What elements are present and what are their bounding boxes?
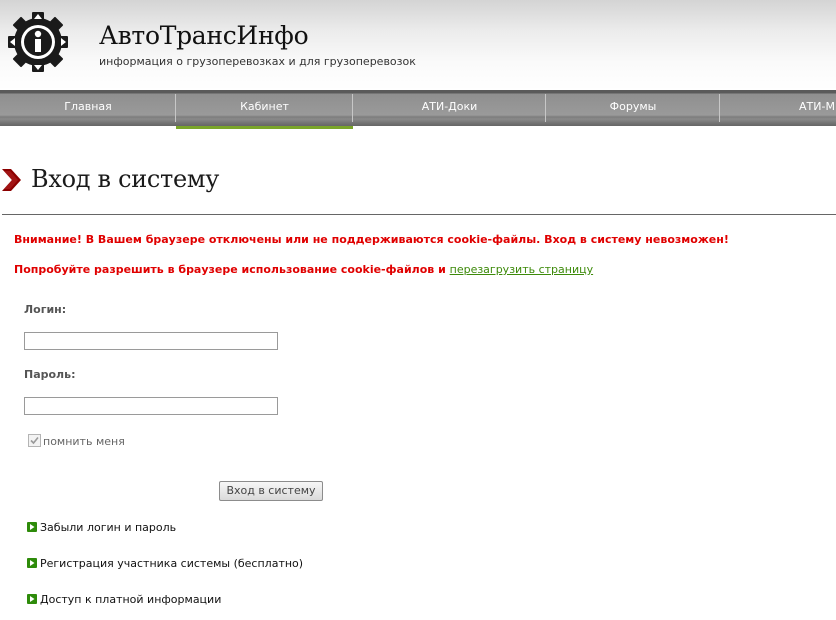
nav-item-ati-m[interactable]: АТИ-М (720, 90, 836, 126)
cookie-error-message: Внимание! В Вашем браузере отключены или… (14, 233, 729, 246)
site-title[interactable]: АвтоТрансИнфо (99, 21, 309, 50)
remember-me-checkbox[interactable] (28, 434, 41, 447)
main-nav: Главная Кабинет АТИ-Доки Форумы АТИ-М (0, 90, 836, 126)
nav-active-indicator (176, 126, 353, 129)
page-title: Вход в систему (31, 165, 220, 193)
green-arrow-bullet-icon (27, 522, 37, 532)
login-label: Логин: (24, 303, 67, 316)
checkmark-icon (30, 436, 39, 445)
password-label: Пароль: (24, 368, 76, 381)
reload-page-link[interactable]: перезагрузить страницу (450, 263, 593, 276)
cookie-hint-message: Попробуйте разрешить в браузере использо… (14, 263, 593, 276)
link-label: Забыли логин и пароль (40, 521, 177, 534)
nav-item-forums[interactable]: Форумы (546, 90, 720, 126)
nav-item-cabinet[interactable]: Кабинет (176, 90, 353, 126)
site-header: АвтоТрансИнфо информация о грузоперевозк… (0, 0, 836, 90)
link-label: Регистрация участника системы (бесплатно… (40, 557, 304, 570)
green-arrow-bullet-icon (27, 558, 37, 568)
site-subtitle: информация о грузоперевозках и для грузо… (99, 55, 416, 68)
nav-item-ati-docs[interactable]: АТИ-Доки (353, 90, 546, 126)
remember-me-label: помнить меня (43, 435, 125, 448)
green-arrow-bullet-icon (27, 594, 37, 604)
login-submit-button[interactable]: Вход в систему (219, 481, 323, 501)
divider (2, 214, 836, 215)
password-input[interactable] (24, 397, 278, 415)
ati-gear-logo-icon[interactable] (6, 10, 70, 74)
nav-item-home[interactable]: Главная (0, 90, 176, 126)
link-label: Доступ к платной информации (40, 593, 222, 606)
chevron-right-icon (2, 169, 21, 191)
login-input[interactable] (24, 332, 278, 350)
cookie-hint-text: Попробуйте разрешить в браузере использо… (14, 263, 446, 276)
